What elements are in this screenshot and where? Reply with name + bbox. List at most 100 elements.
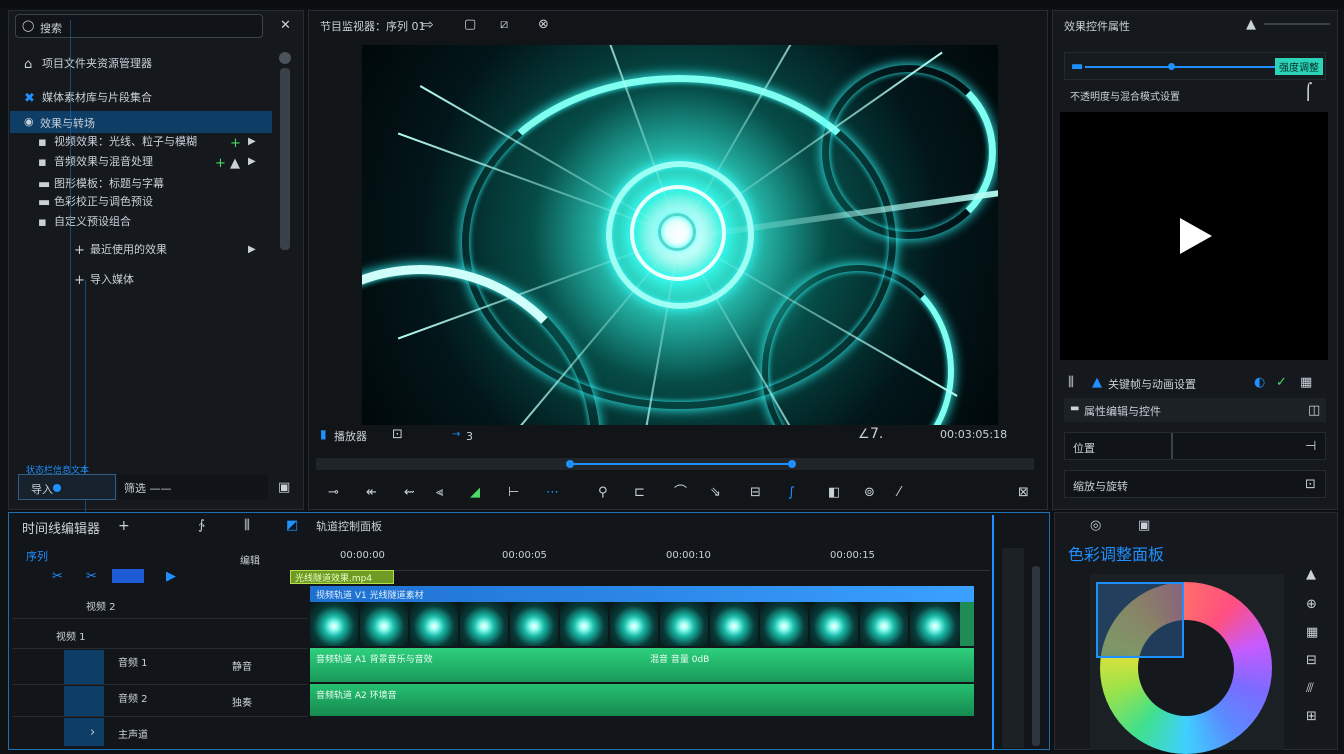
plus-icon[interactable]: + — [215, 157, 226, 170]
position-field[interactable]: 位置 ⊣ — [1064, 432, 1326, 460]
import-button[interactable]: 导入 — [18, 474, 116, 500]
go-to-in-icon[interactable]: ⫷ — [436, 486, 443, 499]
transform-icon[interactable]: ⇨ — [422, 18, 434, 32]
safe-margins-icon[interactable]: ⊡ — [392, 428, 403, 441]
expand-arrow-icon[interactable]: › — [90, 726, 95, 739]
overwrite-icon[interactable]: ⊏ — [634, 486, 645, 499]
color-wheel-icon[interactable]: ◎ — [1090, 519, 1101, 532]
tool-icon-4[interactable]: ⊟ — [1306, 654, 1317, 667]
extract-icon[interactable]: ⇘ — [710, 486, 721, 499]
track-row: 音频 2 独奏 — [12, 686, 308, 717]
tool-icon-1[interactable]: ▲ — [1306, 568, 1316, 581]
button-editor-icon[interactable]: ⁄ — [898, 486, 900, 499]
property-slider-row[interactable]: ▬ 强度调整 — [1064, 52, 1326, 80]
play-button-icon[interactable]: ⊢ — [508, 486, 519, 499]
audio-clip-2[interactable]: 音频轨道 A2 环境音 — [310, 684, 974, 716]
tool-icon-6[interactable]: ⊞ — [1306, 710, 1317, 723]
warning-icon[interactable]: ▲ — [1092, 376, 1102, 389]
camera-icon[interactable]: ⊚ — [864, 486, 875, 499]
play-icon[interactable] — [1180, 218, 1212, 254]
marker-icon[interactable]: ∠ — [858, 428, 870, 441]
selected-tool[interactable] — [112, 569, 144, 583]
section-header[interactable]: ▬ 属性编辑与控件 ◫ — [1064, 398, 1326, 422]
scale-field[interactable]: 缩放与旋转 ⊡ — [1064, 470, 1326, 498]
arrow-icon[interactable]: → — [452, 430, 460, 440]
check-icon[interactable]: ✓ — [1276, 376, 1287, 389]
lock-icon[interactable]: ▲ — [230, 157, 240, 170]
video-clip-tail[interactable] — [960, 602, 974, 646]
insert-icon[interactable]: ⚲ — [598, 486, 608, 499]
scrollbar[interactable] — [276, 50, 294, 260]
track-lock[interactable] — [64, 650, 104, 684]
linked-selection-icon[interactable]: ◩ — [286, 519, 298, 532]
crop-icon[interactable]: ▢ — [464, 18, 476, 31]
slider-thumb[interactable] — [1168, 63, 1175, 70]
source-preview[interactable] — [1060, 112, 1328, 360]
scissors-icon[interactable]: ✂ — [52, 570, 63, 583]
collapse-icon[interactable]: ✕ — [280, 19, 291, 32]
expand-arrow-icon[interactable]: ▶ — [248, 245, 256, 255]
search-box[interactable]: ◯ 搜索 — [15, 14, 263, 38]
search-input[interactable]: 搜索 — [40, 20, 62, 36]
link-icon[interactable]: ∫ — [788, 486, 795, 499]
playhead[interactable] — [992, 515, 994, 750]
scroll-up-icon[interactable] — [279, 52, 291, 64]
selection-square[interactable] — [1096, 582, 1184, 658]
clip-label-top[interactable]: 光线隧道效果.mp4 — [290, 570, 394, 584]
panel-menu-icon[interactable]: ▣ — [278, 481, 290, 494]
tab-edit[interactable]: 编辑 — [240, 552, 260, 567]
step-back-icon[interactable]: ⇜ — [404, 486, 415, 499]
expand-arrow-icon[interactable]: ▶ — [248, 157, 256, 167]
tree-item-selected[interactable]: ◉ 效果与转场 — [10, 111, 272, 133]
pin-icon[interactable]: ▲ — [1246, 18, 1256, 31]
mark-icon[interactable]: ⫼ — [1068, 376, 1074, 389]
snap-icon[interactable]: ∱ — [198, 519, 205, 532]
curve-icon[interactable]: ⌠ — [1304, 84, 1312, 100]
track-lock[interactable] — [64, 686, 104, 716]
effects-icon: ◉ — [24, 115, 34, 128]
audio-clip-1[interactable]: 音频轨道 A1 背景音乐与音效 混音 音量 0dB — [310, 648, 974, 682]
add-track-icon[interactable]: + — [118, 519, 130, 533]
slider-handle-left-icon[interactable]: ▬ — [1071, 60, 1083, 73]
field-menu-icon[interactable]: ⊡ — [1305, 478, 1316, 491]
expand-arrow-icon[interactable]: ▶ — [248, 137, 256, 147]
export-frame-icon[interactable]: ⧄ — [500, 18, 508, 31]
playback-settings-icon[interactable]: ▮ — [320, 428, 327, 440]
mark-in-icon[interactable]: ⊸ — [328, 486, 339, 499]
loop-icon[interactable]: ⋯ — [546, 486, 559, 499]
header-slider[interactable] — [1264, 23, 1330, 25]
field-menu-icon[interactable]: ⊣ — [1305, 440, 1316, 453]
play-green-icon[interactable]: ◢ — [470, 486, 480, 499]
mark-out-icon[interactable]: ↞ — [366, 486, 377, 499]
markers-icon[interactable]: ⫼ — [244, 519, 250, 532]
ripple-icon[interactable]: ✂ — [86, 570, 97, 583]
timeline-ruler[interactable]: 00:00:00 00:00:05 00:00:10 00:00:15 — [310, 540, 990, 571]
track-toolbar: ✂ ✂ ▶ — [12, 566, 302, 586]
timeline-vscroll-thumb[interactable] — [1032, 566, 1040, 746]
scroll-thumb[interactable] — [280, 68, 290, 250]
slip-icon[interactable]: ▶ — [166, 570, 176, 583]
filter-field[interactable]: 筛选 —— — [118, 474, 268, 500]
tool-icon-2[interactable]: ⊕ — [1306, 598, 1317, 611]
track-lock[interactable] — [64, 718, 104, 746]
settings-icon[interactable]: ⊗ — [538, 18, 549, 31]
compare-icon[interactable]: ◧ — [828, 486, 840, 499]
section-menu-icon[interactable]: ◫ — [1308, 404, 1320, 417]
export-icon[interactable]: ⊟ — [750, 486, 761, 499]
clip-thumbnail — [760, 602, 809, 646]
save-icon[interactable]: ▦ — [1300, 376, 1312, 389]
color-picker-icon[interactable]: ◐ — [1254, 376, 1265, 389]
slider-value[interactable]: 强度调整 — [1275, 58, 1323, 75]
timeline-vscroll[interactable] — [1002, 548, 1024, 748]
add-icon[interactable]: + — [230, 137, 241, 150]
fullscreen-icon[interactable]: ⊠ — [1018, 486, 1029, 499]
tool-icon-5[interactable]: ⫻ — [1306, 682, 1314, 695]
scopes-icon[interactable]: ▣ — [1138, 519, 1150, 532]
scrub-bar[interactable] — [316, 458, 1034, 470]
lift-icon[interactable]: ⌒ — [674, 486, 687, 499]
tool-icon-3[interactable]: ▦ — [1306, 626, 1318, 639]
video-preview[interactable] — [362, 45, 998, 425]
slider-track[interactable] — [1085, 66, 1277, 68]
video-clip-header[interactable]: 视频轨道 V1 光线隧道素材 — [310, 586, 974, 602]
tab-sequence[interactable]: 序列 — [26, 548, 48, 564]
